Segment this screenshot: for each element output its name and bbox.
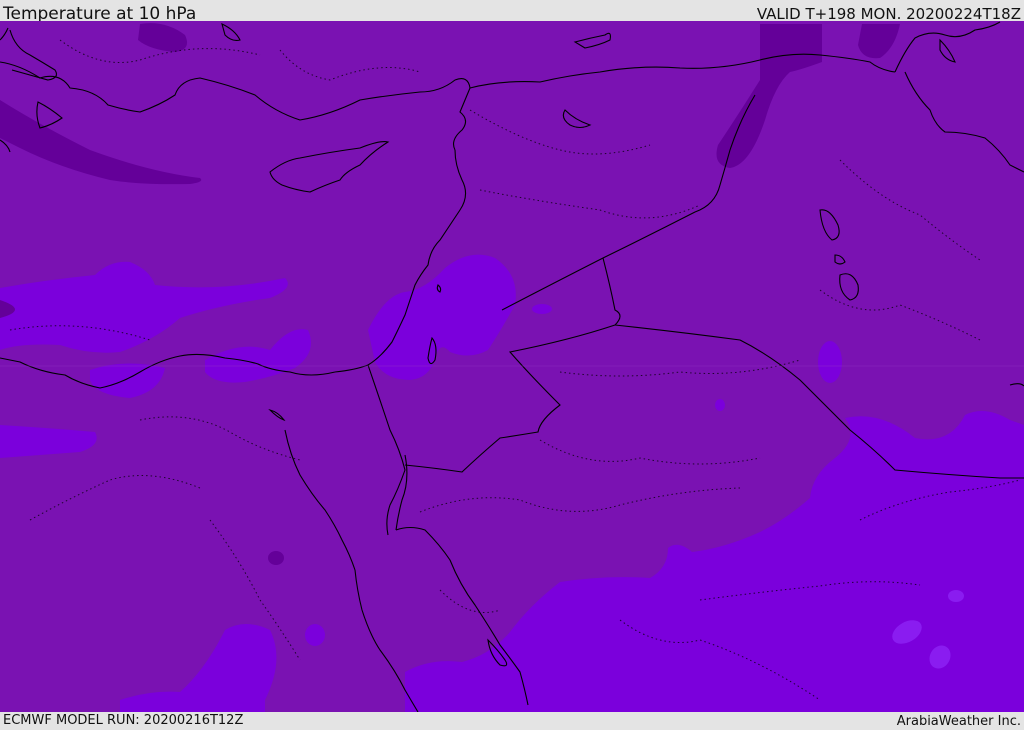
model-run-label: ECMWF MODEL RUN: 20200216T12Z — [3, 713, 244, 728]
header-bar: Temperature at 10 hPa VALID T+198 MON. 2… — [0, 0, 1024, 24]
map-canvas — [0, 21, 1024, 712]
footer-bar: ECMWF MODEL RUN: 20200216T12Z ArabiaWeat… — [0, 712, 1024, 729]
credit-label: ArabiaWeather Inc. — [896, 714, 1021, 729]
weather-map[interactable] — [0, 21, 1024, 712]
